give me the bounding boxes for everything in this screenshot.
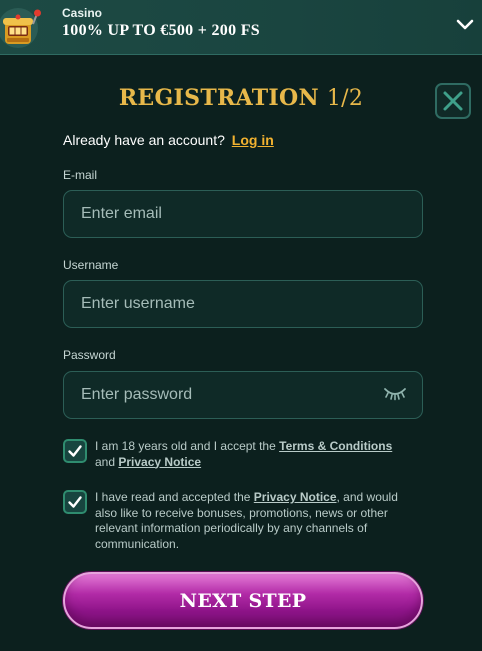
age-consent-row: I am 18 years old and I accept the Terms… xyxy=(63,439,415,470)
login-link[interactable]: Log in xyxy=(232,132,274,148)
modal-title: REGISTRATION 1/2 xyxy=(0,85,482,111)
marketing-consent-checkbox[interactable] xyxy=(63,490,87,514)
marketing-consent-text-1: I have read and accepted the xyxy=(95,490,251,504)
promo-category: Casino xyxy=(62,6,103,20)
age-consent-text: I am 18 years old and I accept the Terms… xyxy=(95,439,415,470)
login-prompt: Already have an account? Log in xyxy=(63,132,274,148)
account-prompt-text: Already have an account? xyxy=(63,132,225,148)
title-text: REGISTRATION xyxy=(118,85,319,111)
close-button[interactable] xyxy=(435,83,471,119)
slot-machine-icon xyxy=(0,8,41,48)
password-field[interactable] xyxy=(63,371,423,419)
username-label: Username xyxy=(63,258,119,272)
next-step-button[interactable]: NEXT STEP xyxy=(63,572,423,629)
terms-link[interactable]: Terms & Conditions xyxy=(279,439,392,453)
username-field[interactable] xyxy=(63,280,423,328)
close-icon xyxy=(443,91,463,111)
marketing-consent-row: I have read and accepted the Privacy Not… xyxy=(63,490,421,552)
age-consent-text-2: and xyxy=(95,454,116,469)
email-label: E-mail xyxy=(63,168,98,182)
eye-closed-icon[interactable] xyxy=(383,385,407,401)
checkmark-icon xyxy=(68,445,82,457)
step-indicator: 1/2 xyxy=(326,86,364,111)
age-consent-text-1: I am 18 years old and I accept the xyxy=(95,439,276,453)
chevron-down-icon[interactable] xyxy=(454,14,476,36)
password-label: Password xyxy=(63,348,116,362)
promo-offer: 100% UP TO €500 + 200 FS xyxy=(62,22,260,39)
marketing-consent-text: I have read and accepted the Privacy Not… xyxy=(95,490,421,552)
privacy-link[interactable]: Privacy Notice xyxy=(254,490,337,504)
privacy-link[interactable]: Privacy Notice xyxy=(118,455,201,469)
age-consent-checkbox[interactable] xyxy=(63,439,87,463)
email-field[interactable] xyxy=(63,190,423,238)
checkmark-icon xyxy=(68,496,82,508)
promo-banner[interactable]: Casino 100% UP TO €500 + 200 FS xyxy=(0,0,482,55)
